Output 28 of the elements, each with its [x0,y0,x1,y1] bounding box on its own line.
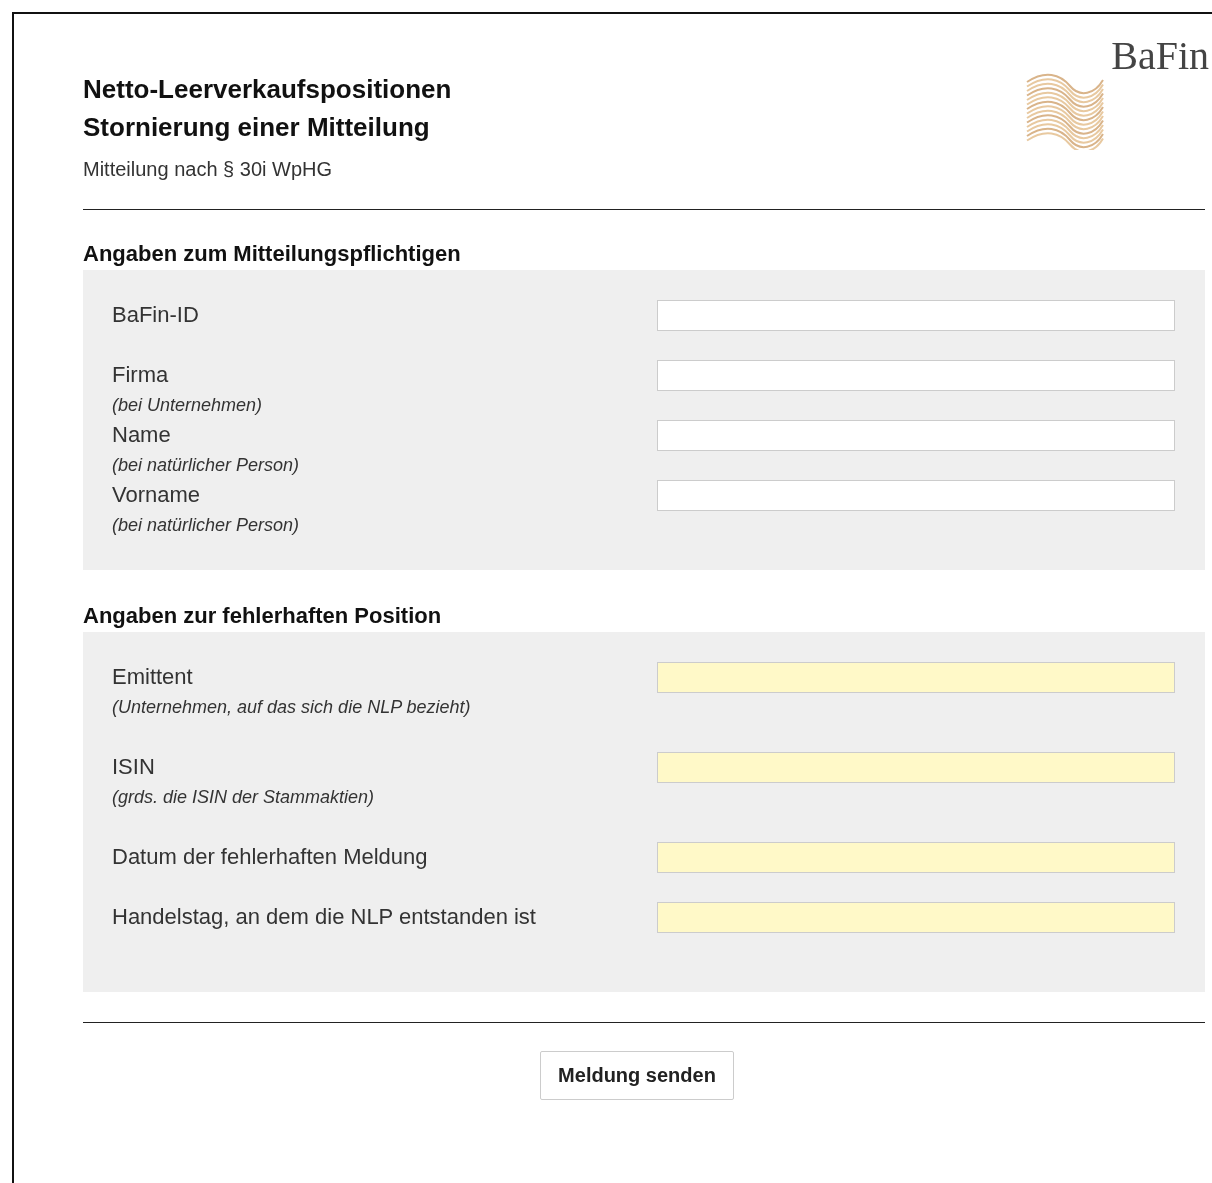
text-field[interactable] [657,752,1175,783]
text-field[interactable] [657,662,1175,693]
page-title: Netto-Leerverkaufspositionen [83,73,452,106]
page-subtitle: Mitteilung nach § 30i WpHG [83,158,333,181]
field-label: Handelstag, an dem die NLP entstanden ist [112,903,536,931]
field-hint: (grds. die ISIN der Stammaktien) [112,786,375,809]
text-field[interactable] [657,420,1175,451]
field-label: Datum der fehlerhaften Meldung [112,843,428,871]
text-field[interactable] [657,902,1175,933]
text-field[interactable] [657,360,1175,391]
text-field[interactable] [657,842,1175,873]
text-field[interactable] [657,480,1175,511]
text-field[interactable] [657,300,1175,331]
field-label: BaFin-ID [112,301,199,329]
page-title: Stornierung einer Mitteilung [83,111,431,144]
field-label: Vorname [112,481,202,509]
section-heading: Angaben zum Mitteilungspflichtigen [83,240,462,268]
field-hint: (bei Unternehmen) [112,394,263,417]
logo-text: BaFin [1111,36,1209,76]
section-heading: Angaben zur fehlerhaften Position [83,602,443,630]
field-label: Name [112,421,172,449]
field-label: ISIN [112,753,156,781]
send-button[interactable]: Meldung senden [540,1051,734,1100]
field-label: Emittent [112,663,194,691]
field-hint: (bei natürlicher Person) [112,514,300,537]
field-label: Firma [112,361,170,389]
field-hint: (Unternehmen, auf das sich die NLP bezieht) [112,696,471,719]
field-hint: (bei natürlicher Person) [112,454,300,477]
